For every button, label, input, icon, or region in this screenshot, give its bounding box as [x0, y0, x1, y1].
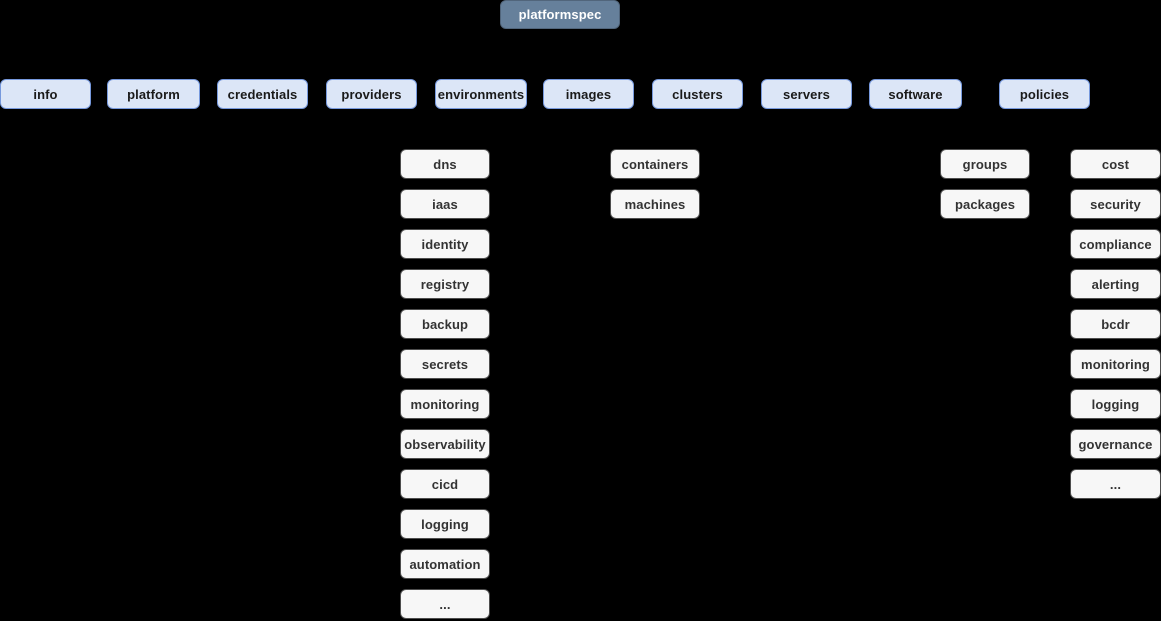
leaf-node-environments-automation-label: automation [409, 556, 481, 572]
leaf-node-images-containers-label: containers [621, 156, 689, 172]
section-node-software-label: software [888, 86, 943, 102]
leaf-node-software-groups-label: groups [962, 156, 1008, 172]
leaf-node-environments-dns[interactable]: dns [400, 149, 490, 179]
section-node-credentials-label: credentials [227, 86, 298, 102]
leaf-node-environments-backup[interactable]: backup [400, 309, 490, 339]
leaf-node-environments-registry[interactable]: registry [400, 269, 490, 299]
section-node-servers-label: servers [783, 86, 830, 102]
section-node-clusters[interactable]: clusters [652, 79, 743, 109]
leaf-node-policies-governance[interactable]: governance [1070, 429, 1161, 459]
leaf-node-environments-backup-label: backup [421, 316, 469, 332]
leaf-node-environments-identity[interactable]: identity [400, 229, 490, 259]
section-node-images-label: images [565, 86, 612, 102]
section-node-credentials[interactable]: credentials [217, 79, 308, 109]
section-node-platform[interactable]: platform [107, 79, 200, 109]
leaf-node-environments-secrets-label: secrets [421, 356, 469, 372]
leaf-node-environments-registry-label: registry [420, 276, 470, 292]
leaf-node-policies-logging-label: logging [1091, 396, 1140, 412]
leaf-node-policies-monitoring-label: monitoring [1081, 356, 1150, 372]
leaf-node-policies-ellipsis[interactable]: ... [1070, 469, 1161, 499]
root-node-platformspec-label: platformspec [518, 7, 602, 22]
leaf-node-environments-iaas-label: iaas [432, 196, 458, 212]
leaf-node-policies-bcdr-label: bcdr [1101, 316, 1130, 332]
section-node-environments[interactable]: environments [435, 79, 527, 109]
section-node-info-label: info [33, 86, 58, 102]
leaf-node-environments-monitoring-label: monitoring [410, 396, 480, 412]
section-node-policies[interactable]: policies [999, 79, 1090, 109]
section-node-info[interactable]: info [0, 79, 91, 109]
leaf-node-policies-security[interactable]: security [1070, 189, 1161, 219]
leaf-node-images-containers[interactable]: containers [610, 149, 700, 179]
leaf-node-environments-dns-label: dns [433, 156, 457, 172]
leaf-node-policies-bcdr[interactable]: bcdr [1070, 309, 1161, 339]
section-node-software[interactable]: software [869, 79, 962, 109]
leaf-node-policies-compliance[interactable]: compliance [1070, 229, 1161, 259]
leaf-node-environments-secrets[interactable]: secrets [400, 349, 490, 379]
leaf-node-environments-identity-label: identity [421, 236, 469, 252]
leaf-node-images-machines[interactable]: machines [610, 189, 700, 219]
leaf-node-environments-cicd-label: cicd [431, 476, 459, 492]
root-node-platformspec[interactable]: platformspec [500, 0, 620, 29]
leaf-node-policies-ellipsis-label: ... [1109, 476, 1122, 492]
leaf-node-environments-monitoring[interactable]: monitoring [400, 389, 490, 419]
leaf-node-policies-alerting[interactable]: alerting [1070, 269, 1161, 299]
leaf-node-environments-logging-label: logging [421, 516, 469, 532]
leaf-node-software-packages[interactable]: packages [940, 189, 1030, 219]
leaf-node-software-groups[interactable]: groups [940, 149, 1030, 179]
leaf-node-environments-iaas[interactable]: iaas [400, 189, 490, 219]
leaf-node-policies-compliance-label: compliance [1079, 236, 1152, 252]
leaf-node-environments-ellipsis-label: ... [439, 596, 451, 612]
leaf-node-environments-ellipsis[interactable]: ... [400, 589, 490, 619]
section-node-environments-label: environments [437, 86, 525, 102]
section-node-providers-label: providers [341, 86, 402, 102]
leaf-node-environments-automation[interactable]: automation [400, 549, 490, 579]
section-node-servers[interactable]: servers [761, 79, 852, 109]
leaf-node-policies-logging[interactable]: logging [1070, 389, 1161, 419]
section-node-policies-label: policies [1019, 86, 1070, 102]
leaf-node-software-packages-label: packages [954, 196, 1016, 212]
leaf-node-policies-monitoring[interactable]: monitoring [1070, 349, 1161, 379]
leaf-node-environments-logging[interactable]: logging [400, 509, 490, 539]
leaf-node-environments-cicd[interactable]: cicd [400, 469, 490, 499]
platformspec-tree-diagram: platformspec info platform credentials provi… [0, 0, 1161, 621]
leaf-node-policies-alerting-label: alerting [1091, 276, 1140, 292]
leaf-node-images-machines-label: machines [624, 196, 686, 212]
leaf-node-policies-cost[interactable]: cost [1070, 149, 1161, 179]
leaf-node-policies-cost-label: cost [1101, 156, 1130, 172]
section-node-providers[interactable]: providers [326, 79, 417, 109]
leaf-node-environments-observability[interactable]: observability [400, 429, 490, 459]
section-node-clusters-label: clusters [672, 86, 723, 102]
leaf-node-policies-security-label: security [1090, 196, 1141, 212]
section-node-images[interactable]: images [543, 79, 634, 109]
leaf-node-environments-observability-label: observability [404, 436, 486, 452]
leaf-node-policies-governance-label: governance [1078, 436, 1153, 452]
section-node-platform-label: platform [127, 86, 180, 102]
